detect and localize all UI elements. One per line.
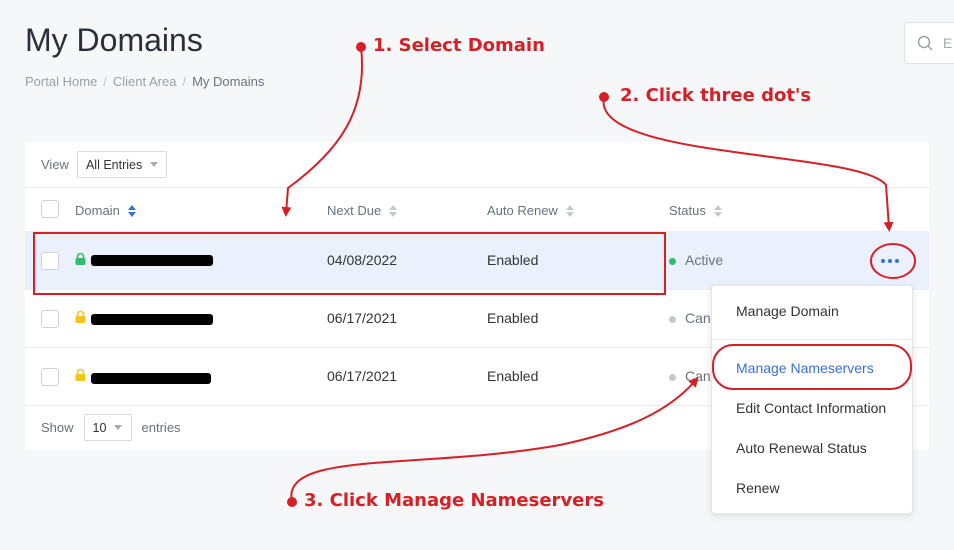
column-label: Auto Renew bbox=[487, 203, 558, 218]
menu-divider bbox=[712, 339, 912, 340]
breadcrumb: Portal Home / Client Area / My Domains bbox=[25, 74, 264, 89]
menu-item-renew[interactable]: Renew bbox=[736, 480, 780, 496]
column-auto-renew[interactable]: Auto Renew bbox=[487, 203, 574, 218]
more-actions-button[interactable] bbox=[873, 249, 907, 273]
show-label: Show bbox=[41, 420, 74, 435]
row-checkbox[interactable] bbox=[41, 368, 59, 386]
next-due-date: 06/17/2021 bbox=[327, 310, 398, 326]
redacted-domain-name[interactable] bbox=[91, 314, 213, 325]
menu-item-manage-domain[interactable]: Manage Domain bbox=[736, 303, 839, 319]
row-checkbox[interactable] bbox=[41, 310, 59, 328]
status-dot-icon bbox=[669, 315, 676, 323]
chevron-down-icon bbox=[150, 162, 159, 167]
annotation-step-3: 3. Click Manage Nameservers bbox=[304, 490, 604, 511]
view-select-value: All Entries bbox=[85, 157, 143, 172]
breadcrumb-current: My Domains bbox=[192, 74, 265, 89]
search-input[interactable]: E bbox=[904, 22, 954, 64]
menu-item-auto-renewal-status[interactable]: Auto Renewal Status bbox=[736, 440, 867, 456]
auto-renew-value: Enabled bbox=[487, 310, 539, 326]
menu-item-edit-contact-information[interactable]: Edit Contact Information bbox=[736, 400, 886, 416]
view-filter: View All Entries bbox=[41, 151, 168, 178]
search-placeholder: E bbox=[943, 35, 953, 51]
lock-icon bbox=[75, 369, 86, 381]
auto-renew-value: Enabled bbox=[487, 252, 539, 268]
table-header: Domain Next Due Auto Renew Status bbox=[25, 187, 929, 232]
column-label: Next Due bbox=[327, 203, 382, 218]
domain-actions-menu: Manage Domain Manage Nameservers Edit Co… bbox=[711, 285, 913, 514]
sort-icon bbox=[565, 204, 574, 217]
column-label: Domain bbox=[75, 203, 120, 218]
chevron-down-icon bbox=[114, 425, 123, 430]
status-dot-icon bbox=[669, 257, 676, 265]
annotation-dot bbox=[599, 92, 609, 102]
breadcrumb-separator: / bbox=[182, 74, 187, 89]
search-icon bbox=[917, 35, 933, 51]
sort-icon bbox=[713, 204, 722, 217]
column-status[interactable]: Status bbox=[669, 203, 722, 218]
pagination-length: Show 10 entries bbox=[41, 414, 181, 441]
next-due-date: 04/08/2022 bbox=[327, 252, 398, 268]
column-domain[interactable]: Domain bbox=[75, 203, 136, 218]
annotation-dot bbox=[287, 497, 297, 507]
view-select[interactable]: All Entries bbox=[76, 151, 168, 178]
sort-icon bbox=[127, 204, 136, 217]
dot-icon bbox=[895, 259, 899, 263]
status-text: Active bbox=[685, 252, 724, 268]
status-badge: Active bbox=[669, 252, 723, 268]
row-checkbox[interactable] bbox=[41, 252, 59, 270]
next-due-date: 06/17/2021 bbox=[327, 368, 398, 384]
breadcrumb-portal-home[interactable]: Portal Home bbox=[25, 74, 97, 89]
sort-icon bbox=[389, 204, 398, 217]
annotation-dot bbox=[356, 42, 366, 52]
page-size-value: 10 bbox=[92, 420, 107, 435]
redacted-domain-name[interactable] bbox=[91, 255, 213, 266]
dot-icon bbox=[881, 259, 885, 263]
lock-icon bbox=[75, 253, 86, 265]
status-dot-icon bbox=[669, 373, 676, 381]
page-size-select[interactable]: 10 bbox=[83, 414, 132, 441]
table-row[interactable]: 04/08/2022 Enabled Active bbox=[25, 232, 929, 290]
auto-renew-value: Enabled bbox=[487, 368, 539, 384]
lock-icon bbox=[75, 311, 86, 323]
column-next-due[interactable]: Next Due bbox=[327, 203, 398, 218]
dot-icon bbox=[888, 259, 892, 263]
annotation-step-1: 1. Select Domain bbox=[373, 35, 545, 56]
annotation-step-2: 2. Click three dot's bbox=[620, 85, 812, 106]
redacted-domain-name[interactable] bbox=[91, 373, 211, 384]
select-all-checkbox[interactable] bbox=[41, 200, 59, 218]
breadcrumb-client-area[interactable]: Client Area bbox=[113, 74, 177, 89]
page-title: My Domains bbox=[25, 22, 203, 58]
view-label: View bbox=[41, 157, 69, 172]
breadcrumb-separator: / bbox=[103, 74, 107, 89]
entries-label: entries bbox=[141, 420, 181, 435]
menu-item-manage-nameservers[interactable]: Manage Nameservers bbox=[736, 360, 874, 376]
column-label: Status bbox=[669, 203, 706, 218]
